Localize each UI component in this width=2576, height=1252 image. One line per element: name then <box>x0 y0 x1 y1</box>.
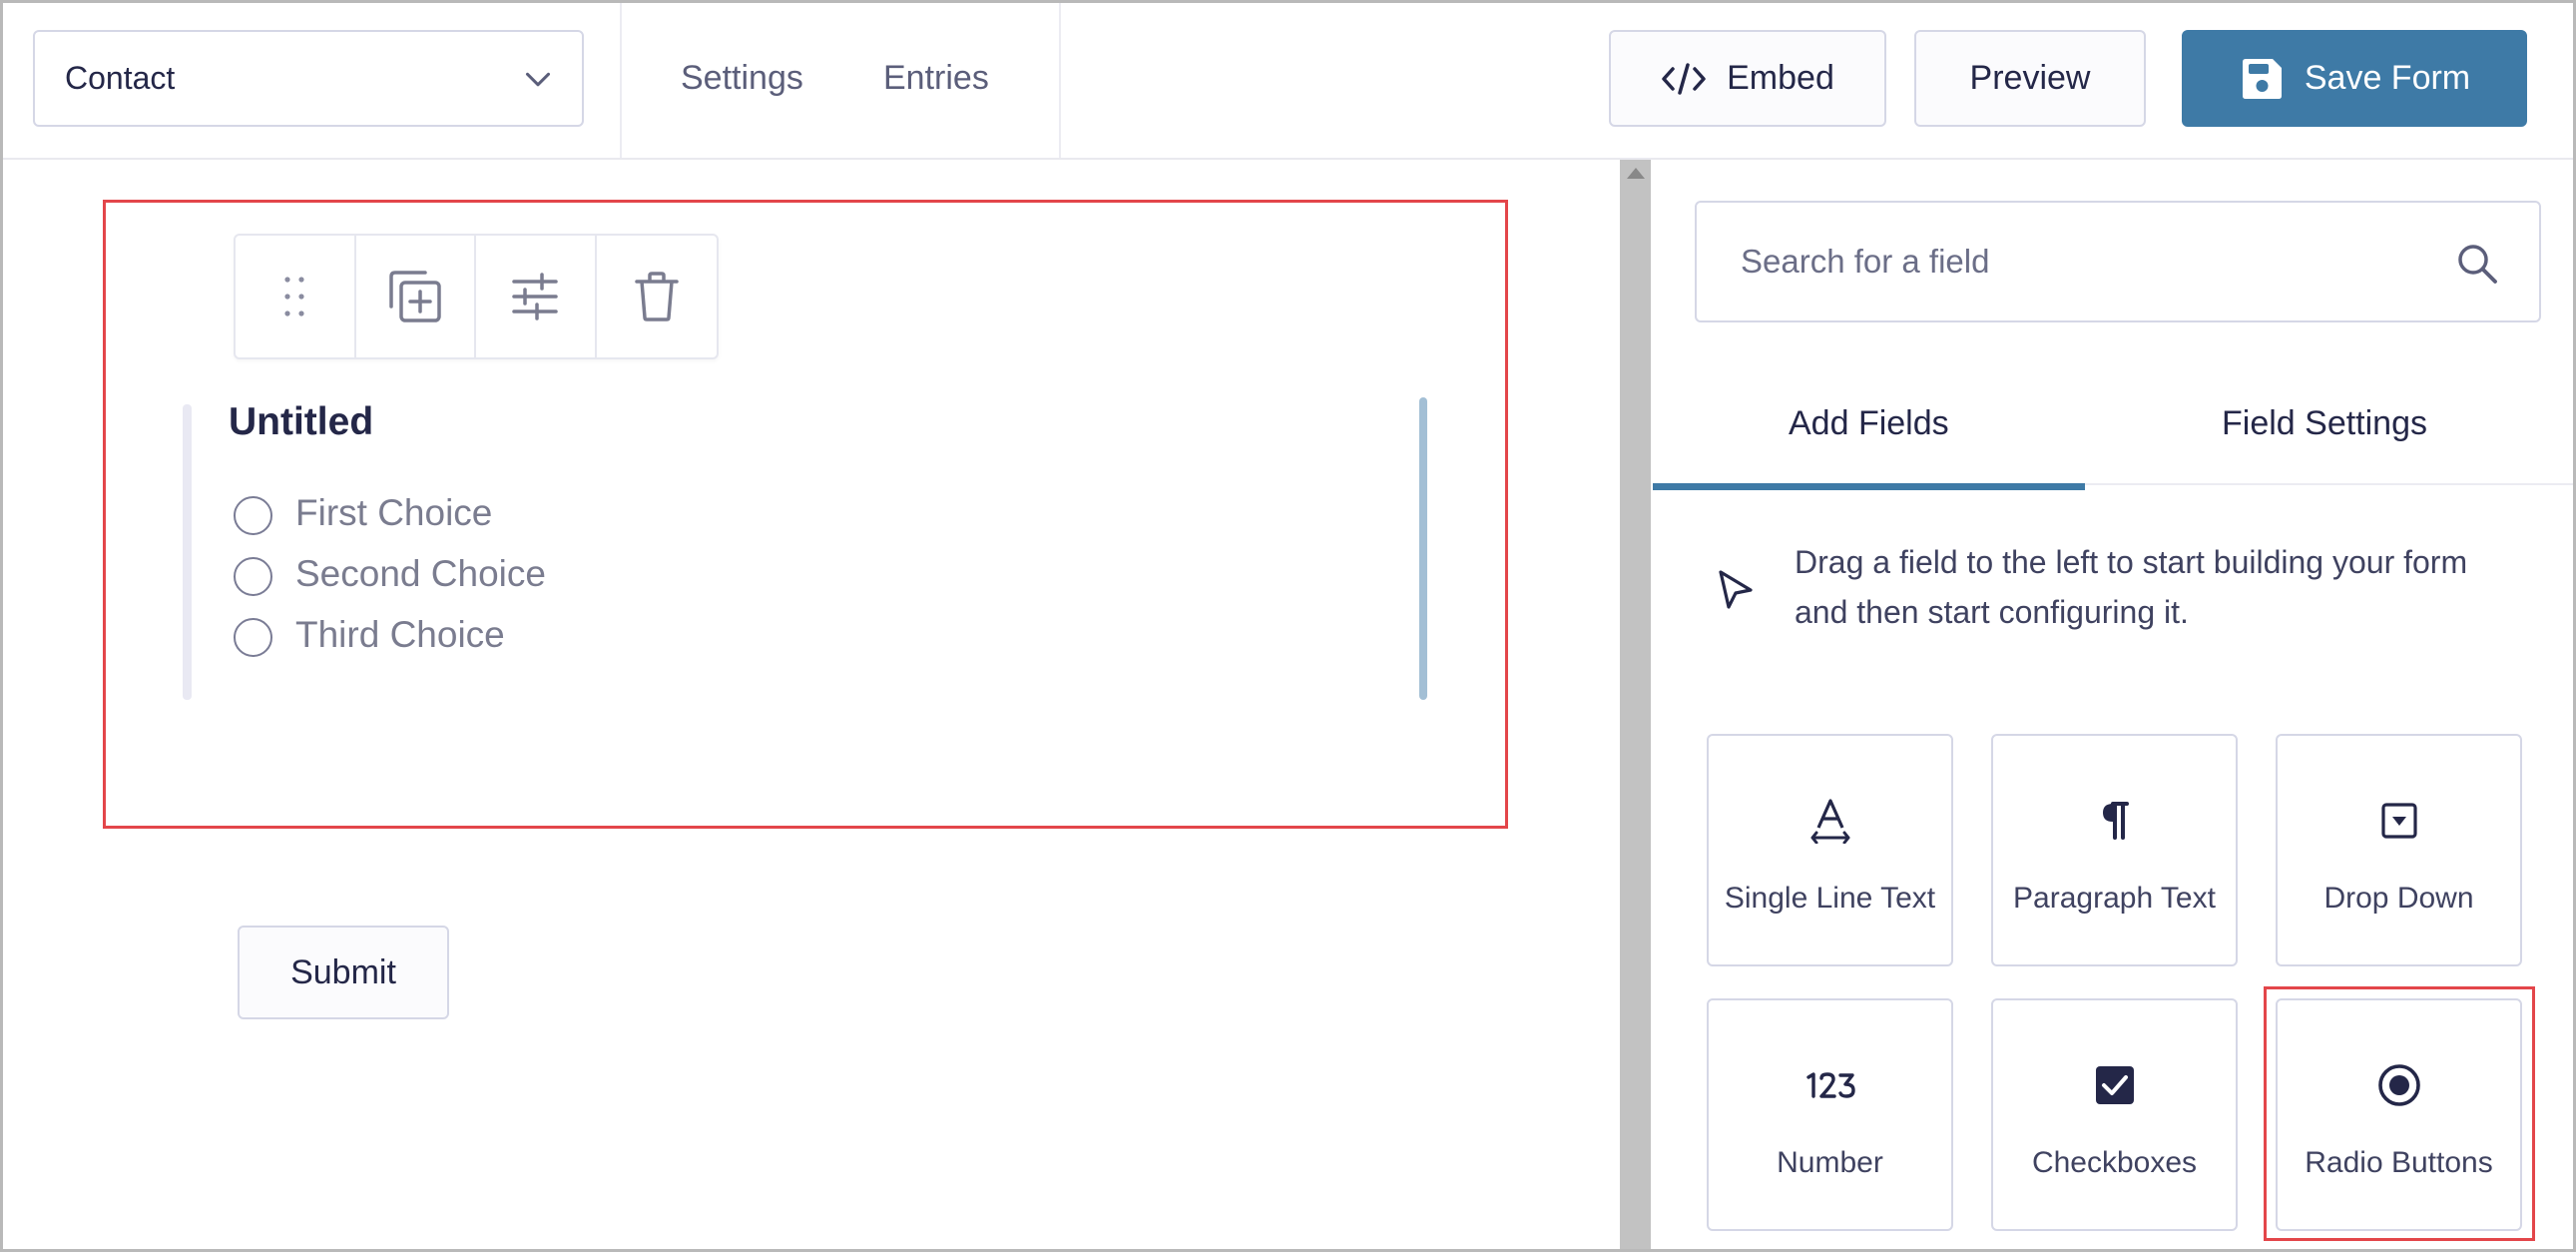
divider <box>1059 3 1061 158</box>
choice-label: Third Choice <box>295 613 505 655</box>
dropdown-icon <box>2380 803 2417 839</box>
field-title: Untitled <box>229 400 374 443</box>
radio-choice-3[interactable]: Third Choice <box>234 612 505 657</box>
choice-label: First Choice <box>295 491 493 533</box>
text-a-icon <box>1810 799 1849 844</box>
checkbox-icon <box>2095 1066 2134 1104</box>
radio-choice-1[interactable]: First Choice <box>234 490 492 535</box>
tile-label: Paragraph Text <box>2013 882 2216 915</box>
number-123-icon <box>1805 1072 1855 1098</box>
duplicate-icon <box>389 271 441 322</box>
radio-circle-icon[interactable] <box>234 618 272 657</box>
field-search-input[interactable]: Search for a field <box>1695 201 2541 322</box>
duplicate-button[interactable] <box>356 236 476 357</box>
paragraph-icon <box>2102 802 2129 840</box>
field-tile-number[interactable]: Number <box>1707 998 1953 1231</box>
active-tab-indicator <box>1653 483 2085 490</box>
save-form-label: Save Form <box>2304 59 2471 97</box>
tile-label: Checkboxes <box>2031 1146 2198 1179</box>
choice-label: Second Choice <box>295 552 546 594</box>
form-select-value: Contact <box>65 60 176 96</box>
scroll-up-arrow-icon[interactable] <box>1627 168 1645 179</box>
field-toolbar <box>234 234 719 359</box>
embed-button[interactable]: Embed <box>1609 30 1886 127</box>
tab-field-settings[interactable]: Field Settings <box>2222 404 2427 443</box>
drag-handle-button[interactable] <box>236 236 356 357</box>
field-tile-drop-down[interactable]: Drop Down <box>2276 734 2522 966</box>
nav-settings-link[interactable]: Settings <box>681 59 803 98</box>
code-icon <box>1662 62 1706 95</box>
cursor-pointer-icon <box>1719 570 1753 609</box>
field-settings-button[interactable] <box>476 236 597 357</box>
top-bar: Contact Settings Entries Embed Preview S… <box>3 3 2573 160</box>
field-left-rule <box>183 404 192 700</box>
save-form-button[interactable]: Save Form <box>2182 30 2527 127</box>
radio-buttons-highlight <box>2264 986 2535 1241</box>
settings-sliders-icon <box>512 273 558 320</box>
canvas-scrollbar[interactable] <box>1620 160 1651 1249</box>
trash-icon <box>635 272 679 321</box>
tile-label: Drop Down <box>2323 882 2474 915</box>
field-tile-paragraph-text[interactable]: Paragraph Text <box>1991 734 2238 966</box>
chevron-down-icon <box>525 72 551 87</box>
field-tile-checkboxes[interactable]: Checkboxes <box>1991 998 2238 1231</box>
preview-button[interactable]: Preview <box>1914 30 2146 127</box>
tile-label: Single Line Text <box>1724 882 1936 915</box>
radio-circle-icon[interactable] <box>234 557 272 596</box>
preview-label: Preview <box>1969 59 2091 97</box>
divider <box>620 3 622 158</box>
tab-add-fields[interactable]: Add Fields <box>1789 404 1949 443</box>
radio-circle-icon[interactable] <box>234 496 272 535</box>
floppy-disk-icon <box>2242 58 2282 99</box>
drag-handle-icon <box>284 277 304 316</box>
embed-label: Embed <box>1727 59 1834 97</box>
field-tile-single-line-text[interactable]: Single Line Text <box>1707 734 1953 966</box>
drag-hint-text: Drag a field to the left to start buildi… <box>1795 544 2468 630</box>
radio-choice-2[interactable]: Second Choice <box>234 551 546 596</box>
search-placeholder: Search for a field <box>1741 243 1990 280</box>
delete-button[interactable] <box>597 236 718 357</box>
nav-entries-link[interactable]: Entries <box>883 59 989 98</box>
field-resize-handle[interactable] <box>1419 397 1427 700</box>
form-select[interactable]: Contact <box>33 30 584 127</box>
tile-label: Number <box>1777 1146 1883 1179</box>
submit-button[interactable]: Submit <box>238 926 449 1019</box>
search-icon <box>2458 245 2497 284</box>
submit-label: Submit <box>290 952 396 991</box>
